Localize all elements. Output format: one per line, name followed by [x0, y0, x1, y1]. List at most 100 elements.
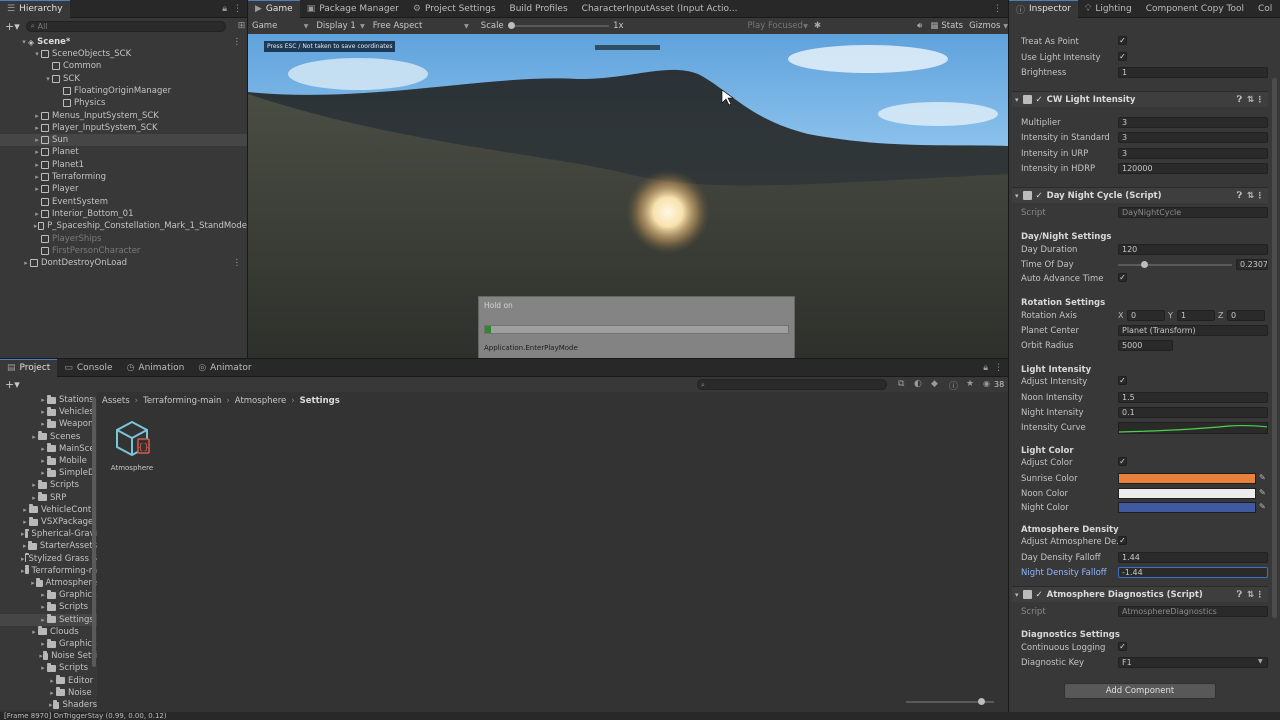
type-filter-icon[interactable]: ◐ [914, 379, 922, 389]
help-icon[interactable]: ❓︎ [1237, 95, 1242, 105]
folder-item[interactable]: ▸ Spherical-Gravi [0, 528, 97, 540]
hierarchy-item[interactable]: ▸ Sun [0, 134, 247, 147]
scale-slider[interactable] [507, 22, 610, 29]
hierarchy-item[interactable]: ▾ SCK [0, 73, 247, 85]
night-color-swatch[interactable] [1118, 502, 1256, 513]
hierarchy-item[interactable]: ▾ SceneObjects_SCK [0, 48, 247, 60]
tab-animator[interactable]: ◎ Animator [191, 359, 258, 377]
lock-icon[interactable]: 🔒︎ [983, 363, 988, 373]
scene-menu-icon[interactable]: ⋮ [233, 258, 242, 268]
hierarchy-item[interactable]: ▸ Interior_Bottom_01 [0, 208, 247, 220]
expand-arrow[interactable]: ▸ [39, 469, 47, 477]
add-icon[interactable]: +▾ [5, 378, 20, 391]
expand-arrow[interactable]: ▸ [39, 591, 47, 599]
game-mode-dropdown[interactable]: Game [252, 21, 304, 31]
expand-arrow[interactable]: ▸ [30, 628, 38, 636]
axis-x-field[interactable]: 0 [1127, 310, 1165, 321]
enabled-checkbox[interactable]: ✓ [1036, 590, 1043, 600]
menu-dots-icon[interactable]: ⋮ [994, 363, 1003, 373]
hierarchy-item[interactable]: ▸ Planet [0, 146, 247, 158]
hierarchy-item[interactable]: PlayerShips [0, 233, 247, 245]
help-icon[interactable]: ❓︎ [1237, 590, 1242, 600]
expand-arrow[interactable]: ▸ [48, 689, 56, 697]
tab-input-asset[interactable]: CharacterInputAsset (Input Actio... [575, 0, 745, 18]
hierarchy-search-input[interactable]: ⌕ All [25, 20, 226, 32]
menu-dots-icon[interactable]: ⋮ [993, 4, 1002, 14]
breadcrumb-item[interactable]: Atmosphere [235, 396, 286, 406]
time-of-day-slider[interactable] [1118, 261, 1232, 268]
folder-item[interactable]: ▸ SimpleD [0, 467, 97, 479]
cw-light-intensity-header[interactable]: ▾ ✓ CW Light Intensity ❓︎ ⇅ ⋮ [1012, 91, 1268, 107]
folder-item[interactable]: ▸ Scenes [0, 431, 97, 443]
property-field[interactable]: 1.5 [1118, 392, 1268, 403]
tab-package-manager[interactable]: ▣ Package Manager [300, 0, 406, 18]
expand-arrow[interactable]: ▸ [21, 555, 25, 563]
menu-dots-icon[interactable]: ⋮ [233, 4, 242, 14]
folder-item[interactable]: ▸ Noise [0, 687, 97, 699]
expand-arrow[interactable]: ▸ [39, 445, 47, 453]
expand-arrow[interactable]: ▸ [21, 530, 25, 538]
expand-arrow[interactable]: ▾ [44, 75, 52, 83]
scene-view-icon[interactable]: ⊞ [238, 21, 246, 31]
tab-hierarchy[interactable]: ☰ Hierarchy [0, 0, 70, 18]
expand-arrow[interactable]: ▸ [33, 161, 41, 169]
property-field[interactable]: 120000 [1118, 163, 1268, 175]
tab-lighting[interactable]: 💡︎ Lighting [1078, 0, 1139, 18]
preset-icon[interactable]: ⇅ [1247, 95, 1254, 105]
expand-arrow[interactable]: ▸ [33, 112, 41, 120]
tab-project-settings[interactable]: ⚙ Project Settings [406, 0, 503, 18]
folder-item[interactable]: ▸ Shaders [0, 699, 97, 710]
checkbox[interactable]: ✓ [1118, 642, 1127, 651]
tab-build-profiles[interactable]: Build Profiles [503, 0, 575, 18]
help-icon[interactable]: ❓︎ [1237, 191, 1242, 201]
eyedropper-icon[interactable]: ✎ [1259, 473, 1266, 482]
expand-arrow[interactable]: ▸ [21, 506, 29, 514]
axis-z-field[interactable]: 0 [1227, 310, 1265, 321]
folder-item[interactable]: ▸ Atmosphere [0, 577, 97, 589]
folder-item[interactable]: ▸ VehicleContr [0, 504, 97, 516]
hierarchy-item[interactable]: ▸ Menus_InputSystem_SCK [0, 110, 247, 122]
expand-arrow[interactable]: ▸ [39, 408, 47, 416]
folder-item[interactable]: ▸ Graphics [0, 589, 97, 601]
expand-arrow[interactable]: ▸ [30, 481, 38, 489]
folder-item[interactable]: ▸ Stations [0, 394, 97, 406]
atmosphere-diagnostics-header[interactable]: ▾ ✓ Atmosphere Diagnostics (Script) ❓︎ ⇅ ⋮ [1012, 586, 1268, 602]
tab-project[interactable]: ▤ Project [0, 358, 58, 377]
menu-dots-icon[interactable]: ⋮ [1256, 590, 1265, 600]
day-night-cycle-header[interactable]: ▾ ✓ Day Night Cycle (Script) ❓︎ ⇅ ⋮ [1012, 187, 1268, 203]
expand-arrow[interactable]: ▸ [22, 259, 30, 267]
breadcrumb-item[interactable]: Assets [102, 396, 130, 406]
game-viewport[interactable]: Press ESC / Not taken to save coordinate… [248, 34, 1008, 358]
time-of-day-field[interactable]: 0.2307 [1236, 259, 1268, 270]
project-search-input[interactable]: ⌕ [697, 379, 887, 390]
folder-item[interactable]: ▸ Weapon [0, 418, 97, 430]
property-field[interactable]: 3 [1118, 132, 1268, 144]
hierarchy-item[interactable]: ▸ Planet1 [0, 159, 247, 171]
scene-menu-icon[interactable]: ⋮ [233, 37, 242, 47]
lock-icon[interactable]: 🔒︎ [222, 4, 227, 14]
expand-arrow[interactable]: ▸ [33, 124, 41, 132]
label-icon[interactable]: ◆ [931, 379, 938, 389]
folder-item[interactable]: ▸ Mobile [0, 455, 97, 467]
expand-arrow[interactable]: ▸ [39, 616, 47, 624]
play-mode-dropdown[interactable]: Play Focused [748, 21, 804, 31]
add-component-button[interactable]: Add Component [1064, 683, 1216, 699]
property-field[interactable]: AtmosphereDiagnostics [1118, 606, 1268, 617]
audio-icon[interactable]: 🔊︎ [917, 21, 922, 31]
folder-item[interactable]: ▸ Vehicles [0, 406, 97, 418]
inspector-scrollbar[interactable] [1272, 78, 1277, 618]
preset-icon[interactable]: ⇅ [1247, 191, 1254, 201]
enabled-checkbox[interactable]: ✓ [1036, 191, 1043, 201]
hierarchy-item[interactable]: ▸ Terraforming [0, 171, 247, 183]
hierarchy-item[interactable]: EventSystem [0, 196, 247, 208]
property-field[interactable]: 1.44 [1118, 552, 1268, 563]
stats-button[interactable]: Stats [941, 21, 963, 31]
property-field[interactable]: -1.44 [1118, 567, 1268, 578]
folder-item[interactable]: ▸ Terraforming-m [0, 565, 97, 577]
foldout-arrow[interactable]: ▾ [1015, 192, 1019, 200]
property-field[interactable]: 3 [1118, 117, 1268, 128]
folder-item[interactable]: ▸ Settings [0, 613, 97, 626]
expand-arrow[interactable]: ▸ [48, 677, 56, 685]
hierarchy-item[interactable]: ▸ Player [0, 183, 247, 195]
expand-arrow[interactable]: ▸ [33, 136, 41, 144]
